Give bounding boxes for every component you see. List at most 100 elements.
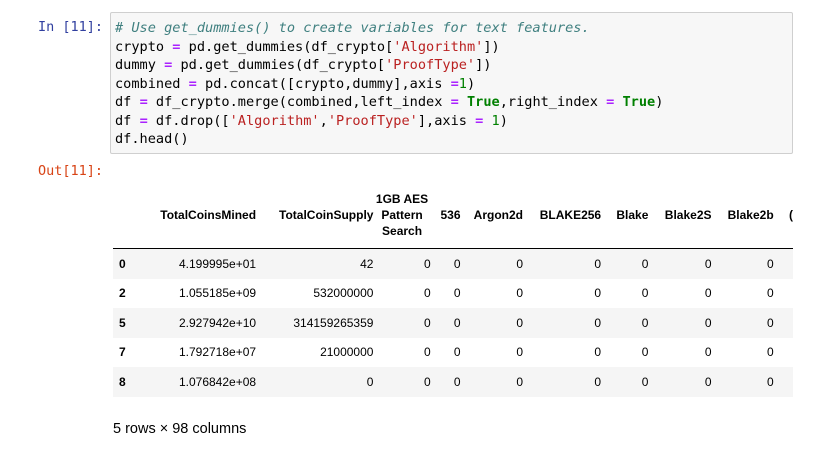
table-cell: 0 — [766, 286, 774, 301]
table-cell: 0 — [641, 286, 649, 301]
table-cell: 4.199995e+01 — [178, 256, 257, 271]
row-index: 2 — [119, 286, 126, 301]
table-cell: 0 — [516, 256, 524, 271]
table-cell: 0 — [704, 315, 712, 330]
table-cell: 0 — [766, 345, 774, 360]
table-cell: 0 — [423, 374, 431, 389]
table-cell: 0 — [594, 256, 602, 271]
table-cell: 0 — [453, 256, 461, 271]
code-line: df = df_crypto.merge(combined,left_index… — [115, 93, 663, 112]
code-token: ,right_index — [499, 94, 607, 110]
code-line: # Use get_dummies() to create variables … — [115, 19, 663, 38]
code-token: = — [188, 75, 197, 92]
table-row: 7 1.792718e+07 21000000 0 0 0 0 0 0 0 — [113, 338, 793, 368]
row-index: 0 — [119, 256, 126, 271]
table-cell-filler — [774, 279, 793, 309]
code-token: # Use get_dummies() to create variables … — [115, 20, 590, 36]
table-cell: 0 — [594, 374, 602, 389]
table-cell: 0 — [453, 374, 461, 389]
code-token: = — [450, 94, 459, 110]
code-token: pd.get_dummies(df_crypto[ — [172, 57, 386, 73]
table-cell: 0 — [704, 345, 712, 360]
table-cell: 0 — [641, 345, 649, 360]
code-token: df_crypto.merge(combined,left_index — [147, 94, 451, 110]
table-cell-filler — [774, 249, 793, 279]
table-cell: 0 — [594, 286, 602, 301]
code-token: 1 — [491, 112, 500, 129]
code-token: df.head() — [115, 131, 189, 147]
code-cell-input[interactable]: # Use get_dummies() to create variables … — [110, 12, 793, 154]
table-cell: 0 — [423, 345, 431, 360]
code-editor[interactable]: # Use get_dummies() to create variables … — [115, 19, 663, 149]
table-cell: 0 — [641, 315, 649, 330]
code-line: combined = pd.concat([crypto,dummy],axis… — [115, 75, 663, 94]
code-token: ) — [655, 94, 664, 110]
code-token: df.drop([ — [147, 112, 230, 129]
table-cell: 0 — [641, 256, 649, 271]
input-prompt: In [11]: — [37, 19, 103, 35]
column-header: Blake2S — [664, 208, 712, 222]
code-token: = — [139, 112, 148, 129]
code-token: 1 — [458, 75, 467, 92]
code-token: pd.get_dummies(df_crypto[ — [180, 38, 394, 55]
dataframe-shape-summary: 5 rows × 98 columns — [113, 421, 247, 437]
table-cell: 2.927942e+10 — [178, 315, 257, 330]
code-token: 'ProofType' — [385, 57, 476, 73]
table-cell: 0 — [453, 345, 461, 360]
column-header: ( — [789, 208, 793, 222]
table-cell: 0 — [516, 374, 524, 389]
code-token: pd.concat([crypto,dummy],axis — [196, 75, 451, 92]
table-cell: 0 — [516, 286, 524, 301]
code-line: df.head() — [115, 130, 663, 149]
code-line: crypto = pd.get_dummies(df_crypto['Algor… — [115, 38, 663, 57]
table-row: 5 2.927942e+10 314159265359 0 0 0 0 0 0 0 — [113, 308, 793, 338]
table-cell: 21000000 — [320, 345, 374, 360]
column-header: BLAKE256 — [539, 208, 602, 222]
column-header: TotalCoinSupply — [279, 208, 374, 222]
table-cell: 0 — [594, 345, 602, 360]
row-index: 7 — [119, 345, 126, 360]
code-token: True — [466, 94, 500, 110]
table-row: 0 4.199995e+01 42 0 0 0 0 0 0 0 — [113, 248, 793, 279]
table-cell-filler — [774, 308, 793, 338]
code-token: dummy — [115, 57, 165, 73]
table-cell: 0 — [766, 374, 774, 389]
table-cell: 0 — [423, 256, 431, 271]
column-header: 536 — [440, 208, 461, 222]
column-header: Argon2d — [473, 208, 524, 222]
code-token: = — [450, 75, 459, 92]
table-cell: 42 — [360, 256, 374, 271]
table-cell: 0 — [423, 286, 431, 301]
table-cell: 532000000 — [313, 286, 374, 301]
code-token: 'Algorithm' — [393, 38, 484, 55]
column-header: 1GB AES Pattern Search — [375, 192, 429, 238]
table-cell: 0 — [423, 315, 431, 330]
table-cell: 0 — [766, 256, 774, 271]
table-cell: 0 — [516, 315, 524, 330]
dataframe-output: TotalCoinsMined TotalCoinSupply 1GB AES … — [113, 182, 793, 397]
table-cell: 0 — [453, 286, 461, 301]
code-token: df — [115, 112, 140, 129]
table-cell: 0 — [704, 286, 712, 301]
table-cell: 0 — [766, 315, 774, 330]
table-cell-filler — [774, 338, 793, 368]
column-header — [113, 182, 132, 249]
row-index: 5 — [119, 315, 126, 330]
table-cell: 1.792718e+07 — [178, 345, 257, 360]
row-index: 8 — [119, 374, 126, 389]
column-header: Blake — [616, 208, 649, 222]
table-cell: 1.055185e+09 — [178, 286, 257, 301]
table-cell: 0 — [594, 315, 602, 330]
table-row: 8 1.076842e+08 0 0 0 0 0 0 0 0 — [113, 367, 793, 397]
code-token: ],axis — [417, 112, 476, 129]
column-header: TotalCoinsMined — [160, 208, 257, 222]
code-token: 'ProofType' — [327, 112, 418, 129]
code-token: , — [319, 112, 328, 129]
code-token: ) — [466, 75, 476, 92]
code-token: crypto — [115, 38, 173, 55]
table-cell: 0 — [641, 374, 649, 389]
code-token: = — [139, 94, 148, 110]
column-header: Blake2b — [727, 208, 774, 222]
